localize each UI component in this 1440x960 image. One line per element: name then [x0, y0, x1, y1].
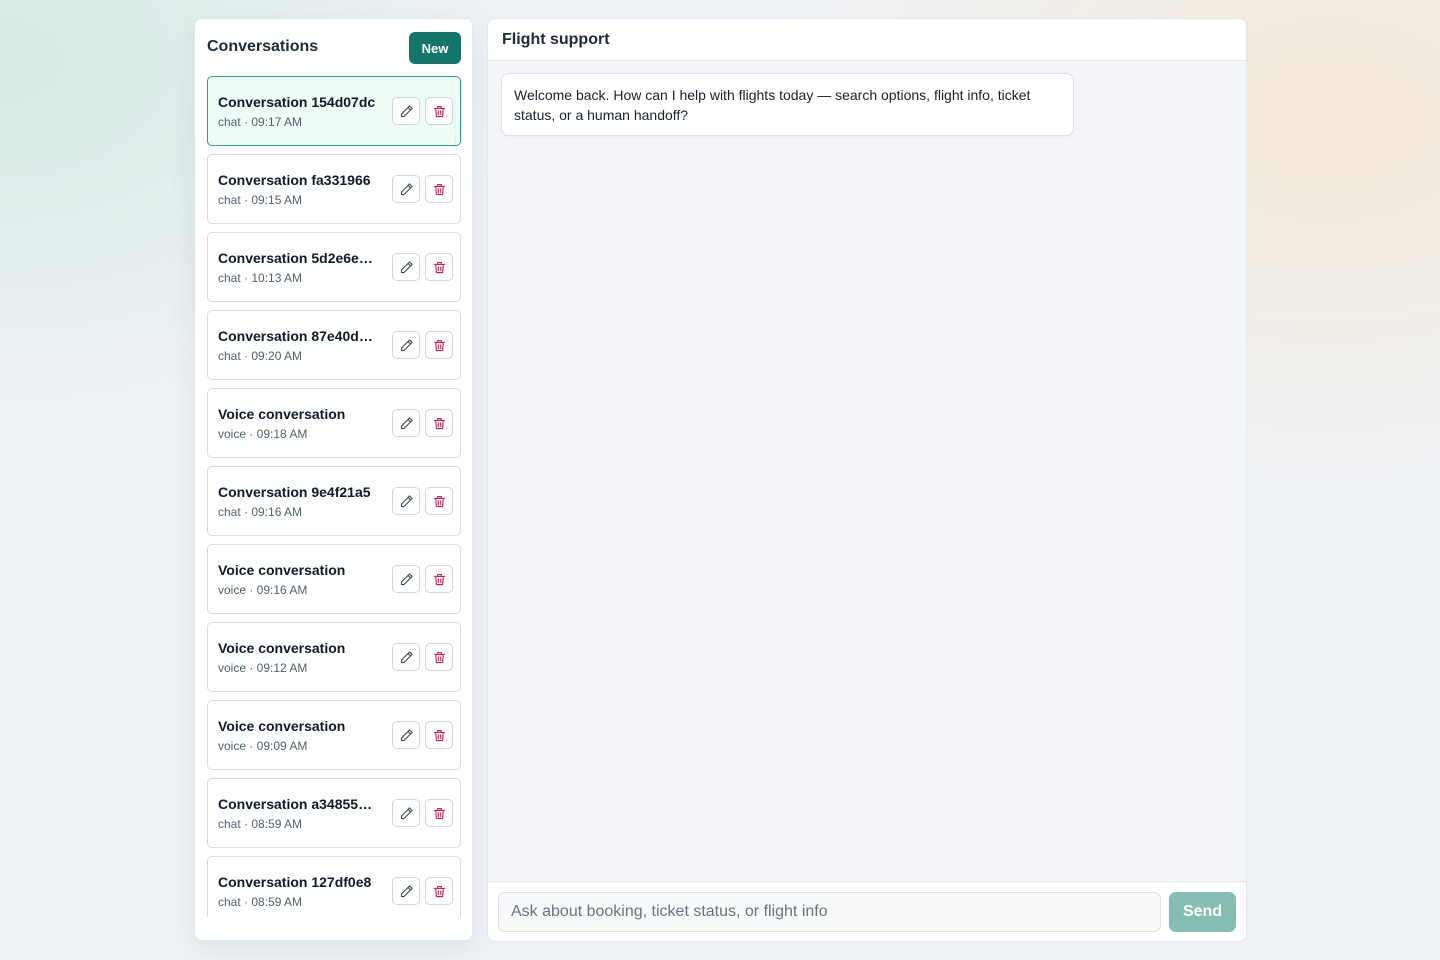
delete-conversation-button[interactable] [425, 487, 453, 515]
conversation-meta: chat · 09:16 AM [218, 505, 303, 519]
message-input[interactable] [498, 892, 1161, 932]
pencil-icon [400, 806, 413, 819]
trash-icon [433, 183, 445, 195]
conversation-item[interactable]: Conversation 9e4f21a5 chat · 09:16 AM [207, 466, 461, 536]
conversation-title: Voice conversation [218, 406, 346, 422]
delete-conversation-button[interactable] [425, 331, 453, 359]
pencil-icon [400, 338, 413, 351]
conversation-title: Conversation 127df0e8 [218, 874, 372, 890]
pencil-icon [400, 572, 413, 585]
chat-header: Flight support [488, 19, 1246, 61]
pencil-icon [400, 884, 413, 897]
conversations-sidebar: Conversations New Conversation 154d07dc c… [194, 18, 473, 941]
sidebar-title: Conversations [207, 38, 319, 55]
conversation-title: Conversation a34855… [218, 796, 373, 812]
trash-icon [433, 417, 445, 429]
conversation-title: Conversation 154d07dc [218, 94, 376, 110]
delete-conversation-button[interactable] [425, 799, 453, 827]
conversation-item[interactable]: Voice conversation voice · 09:18 AM [207, 388, 461, 458]
trash-icon [433, 105, 445, 117]
conversation-meta: voice · 09:12 AM [218, 661, 308, 675]
new-conversation-button[interactable]: New [409, 32, 461, 64]
conversation-item[interactable]: Conversation 127df0e8 chat · 08:59 AM [207, 856, 461, 917]
rename-conversation-button[interactable] [392, 799, 420, 827]
trash-icon [433, 885, 445, 897]
conversation-meta: chat · 10:13 AM [218, 271, 303, 285]
rename-conversation-button[interactable] [392, 721, 420, 749]
rename-conversation-button[interactable] [392, 409, 420, 437]
delete-conversation-button[interactable] [425, 409, 453, 437]
rename-conversation-button[interactable] [392, 877, 420, 905]
conversation-title: Conversation 87e40d… [218, 328, 373, 344]
conversation-meta: chat · 09:17 AM [218, 115, 303, 129]
conversation-item[interactable]: Conversation 87e40d… chat · 09:20 AM [207, 310, 461, 380]
trash-icon [433, 339, 445, 351]
conversation-item[interactable]: Conversation fa331966 chat · 09:15 AM [207, 154, 461, 224]
conversation-item[interactable]: Voice conversation voice · 09:09 AM [207, 700, 461, 770]
conversation-meta: voice · 09:16 AM [218, 583, 308, 597]
conversation-item[interactable]: Conversation 5d2e6e… chat · 10:13 AM [207, 232, 461, 302]
rename-conversation-button[interactable] [392, 253, 420, 281]
conversation-title: Voice conversation [218, 718, 346, 734]
delete-conversation-button[interactable] [425, 643, 453, 671]
delete-conversation-button[interactable] [425, 565, 453, 593]
delete-conversation-button[interactable] [425, 721, 453, 749]
conversation-title: Conversation fa331966 [218, 172, 371, 188]
pencil-icon [400, 182, 413, 195]
conversation-title: Conversation 5d2e6e… [218, 250, 373, 266]
conversation-list: Conversation 154d07dc chat · 09:17 AM Conv… [207, 76, 461, 917]
trash-icon [433, 261, 445, 273]
send-button[interactable]: Send [1169, 892, 1236, 932]
conversation-item[interactable]: Conversation 154d07dc chat · 09:17 AM [207, 76, 461, 146]
pencil-icon [400, 260, 413, 273]
trash-icon [433, 729, 445, 741]
trash-icon [433, 807, 445, 819]
trash-icon [433, 573, 445, 585]
conversation-item[interactable]: Voice conversation voice · 09:12 AM [207, 622, 461, 692]
conversation-meta: chat · 08:59 AM [218, 817, 303, 831]
rename-conversation-button[interactable] [392, 643, 420, 671]
trash-icon [433, 651, 445, 663]
conversation-meta: chat · 09:20 AM [218, 349, 303, 363]
rename-conversation-button[interactable] [392, 97, 420, 125]
rename-conversation-button[interactable] [392, 565, 420, 593]
conversation-title: Voice conversation [218, 562, 346, 578]
delete-conversation-button[interactable] [425, 877, 453, 905]
conversation-item[interactable]: Voice conversation voice · 09:16 AM [207, 544, 461, 614]
conversation-item[interactable]: Conversation a34855… chat · 08:59 AM [207, 778, 461, 848]
conversation-meta: chat · 08:59 AM [218, 895, 303, 909]
pencil-icon [400, 728, 413, 741]
chat-title: Flight support [502, 31, 610, 48]
trash-icon [433, 495, 445, 507]
delete-conversation-button[interactable] [425, 97, 453, 125]
assistant-message: Welcome back. How can I help with flight… [501, 73, 1074, 136]
rename-conversation-button[interactable] [392, 175, 420, 203]
delete-conversation-button[interactable] [425, 175, 453, 203]
rename-conversation-button[interactable] [392, 331, 420, 359]
chat-panel: Flight support Welcome back. How can I h… [487, 18, 1247, 942]
pencil-icon [400, 416, 413, 429]
rename-conversation-button[interactable] [392, 487, 420, 515]
sidebar-header: Conversations New [195, 19, 472, 75]
conversation-meta: voice · 09:09 AM [218, 739, 308, 753]
conversation-title: Conversation 9e4f21a5 [218, 484, 371, 500]
conversation-meta: voice · 09:18 AM [218, 427, 308, 441]
conversation-meta: chat · 09:15 AM [218, 193, 303, 207]
delete-conversation-button[interactable] [425, 253, 453, 281]
pencil-icon [400, 650, 413, 663]
pencil-icon [400, 104, 413, 117]
conversation-title: Voice conversation [218, 640, 346, 656]
pencil-icon [400, 494, 413, 507]
message-composer: Send [488, 881, 1246, 941]
